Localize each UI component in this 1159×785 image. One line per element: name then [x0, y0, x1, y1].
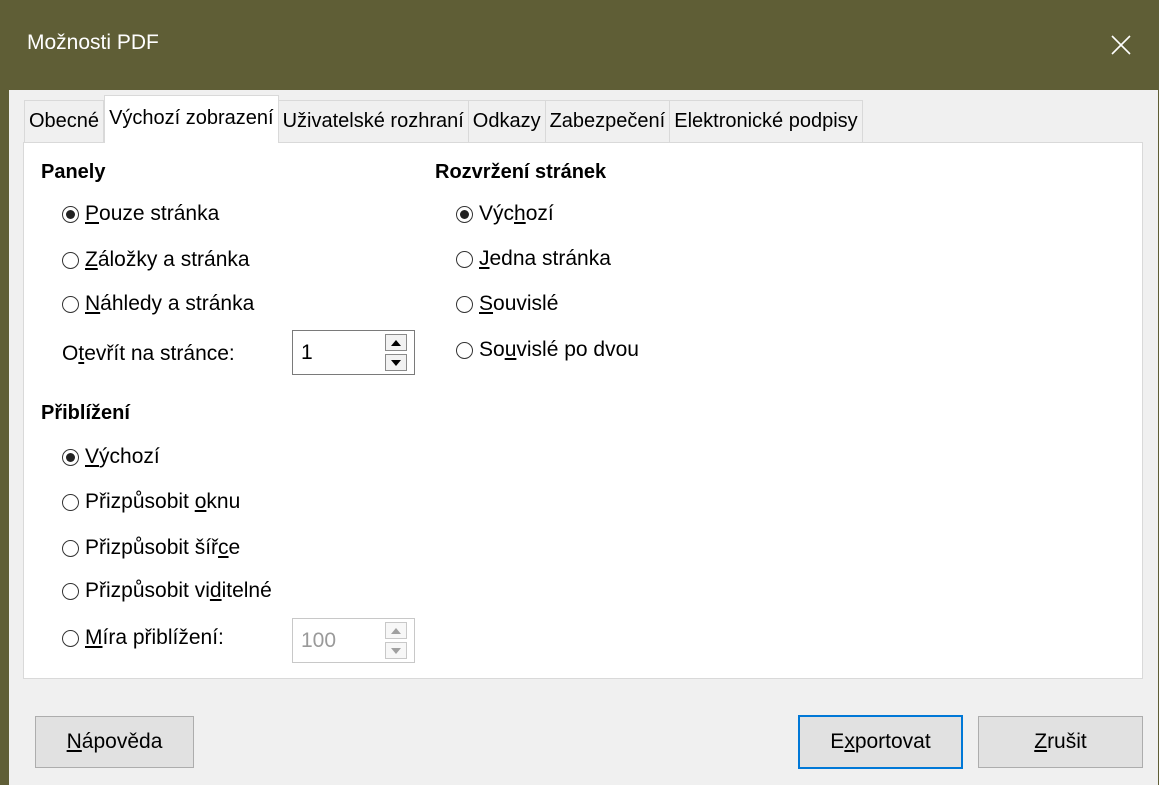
radio-button[interactable]	[62, 295, 79, 313]
radio-button[interactable]	[62, 251, 79, 269]
arrow-up-icon	[391, 627, 401, 634]
increment-button[interactable]	[385, 622, 407, 639]
radio-zoom-factor[interactable]: Míra přiblížení:	[62, 626, 224, 650]
radio-fit-visible[interactable]: Přizpůsobit viditelné	[62, 579, 272, 603]
radio-button[interactable]	[62, 493, 79, 511]
increment-button[interactable]	[385, 334, 407, 351]
radio-thumbnails-and-page[interactable]: Náhledy a stránka	[62, 292, 254, 316]
zoom-factor-spinbox[interactable]	[292, 618, 415, 663]
tab-digital-signatures[interactable]: Elektronické podpisy	[670, 100, 863, 143]
radio-button[interactable]	[62, 448, 79, 466]
radio-zoom-default[interactable]: Výchozí	[62, 445, 160, 469]
arrow-down-icon	[391, 359, 401, 366]
radio-label: Náhledy a stránka	[85, 292, 255, 315]
close-icon	[1111, 35, 1131, 55]
arrow-up-icon	[391, 339, 401, 346]
spin-buttons	[378, 331, 414, 374]
radio-label: Souvislé	[479, 292, 559, 315]
radio-label: Přizpůsobit šířce	[85, 536, 241, 559]
page-layout-heading: Rozvržení stránek	[435, 161, 607, 183]
cancel-button-label: Zrušit	[1034, 730, 1087, 753]
radio-page-only[interactable]: Pouze stránka	[62, 202, 219, 226]
radio-label: Jedna stránka	[479, 247, 611, 270]
open-on-page-label: Otevřít na stránce:	[62, 342, 235, 365]
decrement-button[interactable]	[385, 642, 407, 659]
radio-button[interactable]	[62, 539, 79, 557]
radio-continuous-facing[interactable]: Souvislé po dvou	[456, 338, 639, 362]
export-button[interactable]: Exportovat	[798, 715, 963, 769]
radio-label: Záložky a stránka	[85, 248, 250, 271]
title-bar: Možnosti PDF	[0, 0, 1159, 90]
spin-buttons	[378, 619, 414, 662]
window-title: Možnosti PDF	[27, 31, 159, 54]
panes-heading: Panely	[41, 161, 106, 183]
arrow-down-icon	[391, 647, 401, 654]
radio-layout-default[interactable]: Výchozí	[456, 202, 554, 226]
tab-bar: Obecné Výchozí zobrazení Uživatelské roz…	[24, 95, 863, 143]
radio-fit-window[interactable]: Přizpůsobit oknu	[62, 490, 240, 514]
tab-links[interactable]: Odkazy	[468, 100, 546, 143]
tab-panel: Panely Pouze stránka Záložky a stránka N…	[23, 142, 1143, 679]
radio-button[interactable]	[456, 295, 473, 313]
zoom-factor-input[interactable]	[293, 619, 378, 662]
help-button[interactable]: Nápověda	[35, 716, 194, 768]
tab-user-interface[interactable]: Uživatelské rozhraní	[278, 100, 469, 143]
radio-label: Přizpůsobit oknu	[85, 490, 241, 513]
decrement-button[interactable]	[385, 354, 407, 371]
radio-button[interactable]	[62, 205, 79, 223]
help-button-label: Nápověda	[66, 730, 163, 753]
radio-bookmarks-and-page[interactable]: Záložky a stránka	[62, 248, 250, 272]
radio-label: Výchozí	[479, 202, 554, 225]
magnification-heading: Přiblížení	[41, 402, 130, 424]
radio-button[interactable]	[456, 205, 473, 223]
cancel-button[interactable]: Zrušit	[978, 716, 1143, 768]
radio-label: Míra přiblížení:	[85, 626, 224, 649]
close-button[interactable]	[1083, 0, 1159, 90]
open-on-page-spinbox[interactable]	[292, 330, 415, 375]
tab-general[interactable]: Obecné	[24, 100, 105, 143]
radio-button[interactable]	[62, 629, 79, 647]
radio-button[interactable]	[62, 582, 79, 600]
tab-initial-view[interactable]: Výchozí zobrazení	[104, 95, 279, 143]
window-frame-left	[0, 90, 9, 785]
tab-security[interactable]: Zabezpečení	[545, 100, 671, 143]
export-button-label: Exportovat	[830, 730, 931, 753]
radio-button[interactable]	[456, 250, 473, 268]
open-on-page-input[interactable]	[293, 331, 378, 374]
radio-label: Pouze stránka	[85, 202, 220, 225]
radio-label: Přizpůsobit viditelné	[85, 579, 272, 602]
radio-continuous[interactable]: Souvislé	[456, 292, 558, 316]
radio-button[interactable]	[456, 341, 473, 359]
radio-single-page[interactable]: Jedna stránka	[456, 247, 611, 271]
radio-fit-width[interactable]: Přizpůsobit šířce	[62, 536, 240, 560]
radio-label: Souvislé po dvou	[479, 338, 639, 361]
radio-label: Výchozí	[85, 445, 160, 468]
